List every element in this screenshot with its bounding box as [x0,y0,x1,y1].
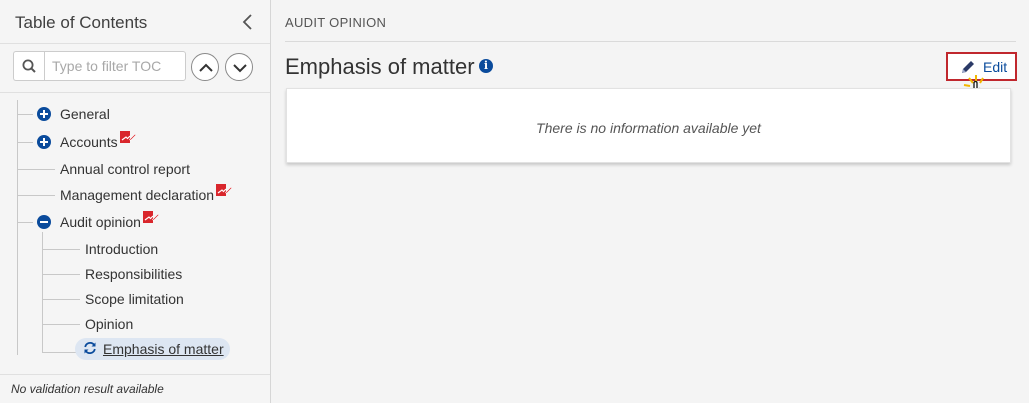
tree-connector [17,222,33,223]
edit-button[interactable]: Edit [946,52,1017,81]
edit-button-label: Edit [983,59,1008,75]
main-content: AUDIT OPINION Emphasis of matter i Edit … [271,0,1029,403]
toc-item-annual-control-report[interactable]: Annual control report [60,158,190,180]
plus-circle-icon[interactable] [37,135,51,149]
emphasis-panel: There is no information available yet [286,88,1011,163]
toc-item-label: Emphasis of matter [103,341,224,357]
toc-item-audit-opinion[interactable]: Audit opinion [37,210,160,233]
tree-connector [17,195,55,196]
toc-item-introduction[interactable]: Introduction [85,238,158,260]
toc-item-label: Management declaration [60,187,215,203]
toc-title: Table of Contents [15,13,148,32]
section-breadcrumb: AUDIT OPINION [285,15,387,30]
toc-filter-input[interactable] [44,51,186,81]
tree-connector [17,114,33,115]
tree-connector [42,324,80,325]
tree-connector [17,142,33,143]
info-icon[interactable]: i [479,59,493,73]
toc-item-label: Annual control report [60,161,190,177]
chevron-down-icon[interactable] [225,53,253,81]
toc-item-opinion[interactable]: Opinion [85,313,133,335]
tree-connector [42,352,76,353]
empty-state-message: There is no information available yet [536,120,761,136]
edit-badge-icon [119,130,137,148]
validation-status-text: No validation result available [11,382,164,396]
toc-item-label: Accounts [60,134,118,150]
app-window: Table of Contents Type to filter TOC Gen… [0,0,1029,403]
toc-item-responsibilities[interactable]: Responsibilities [85,263,182,285]
edit-badge-icon [216,183,233,201]
tree-connector [42,274,80,275]
toc-item-general[interactable]: General [37,103,110,125]
divider [285,41,1016,42]
tree-connector [42,299,80,300]
validation-status: No validation result available [0,374,270,403]
tree-connector [42,232,43,353]
search-icon[interactable] [13,51,44,81]
toc-sidebar: Table of Contents Type to filter TOC Gen… [0,0,271,403]
toc-tree: General Accounts Annual control report M… [0,95,270,373]
collapse-sidebar-icon[interactable] [240,12,256,32]
toc-item-label: Responsibilities [85,266,183,282]
tree-connector [17,100,18,355]
minus-circle-icon[interactable] [37,215,51,229]
toc-item-scope-limitation[interactable]: Scope limitation [85,288,184,310]
tree-connector [17,169,55,170]
toc-item-label: Audit opinion [60,214,141,230]
tree-connector [42,249,80,250]
plus-circle-icon[interactable] [37,107,51,121]
chevron-up-icon[interactable] [191,53,219,81]
page-title: Emphasis of matter [285,54,475,79]
toc-item-label: Introduction [85,241,159,257]
pencil-icon [960,59,976,80]
toc-item-emphasis-of-matter[interactable]: Emphasis of matter [75,338,230,360]
toc-header: Table of Contents [0,0,270,44]
toc-filter-row [0,44,270,93]
toc-item-accounts[interactable]: Accounts [37,130,137,153]
toc-item-label: Opinion [85,316,134,332]
toc-item-label: General [60,106,110,122]
refresh-icon [83,341,97,358]
edit-badge-icon [142,210,160,228]
toc-item-management-declaration[interactable]: Management declaration [60,183,233,206]
toc-item-label: Scope limitation [85,291,184,307]
